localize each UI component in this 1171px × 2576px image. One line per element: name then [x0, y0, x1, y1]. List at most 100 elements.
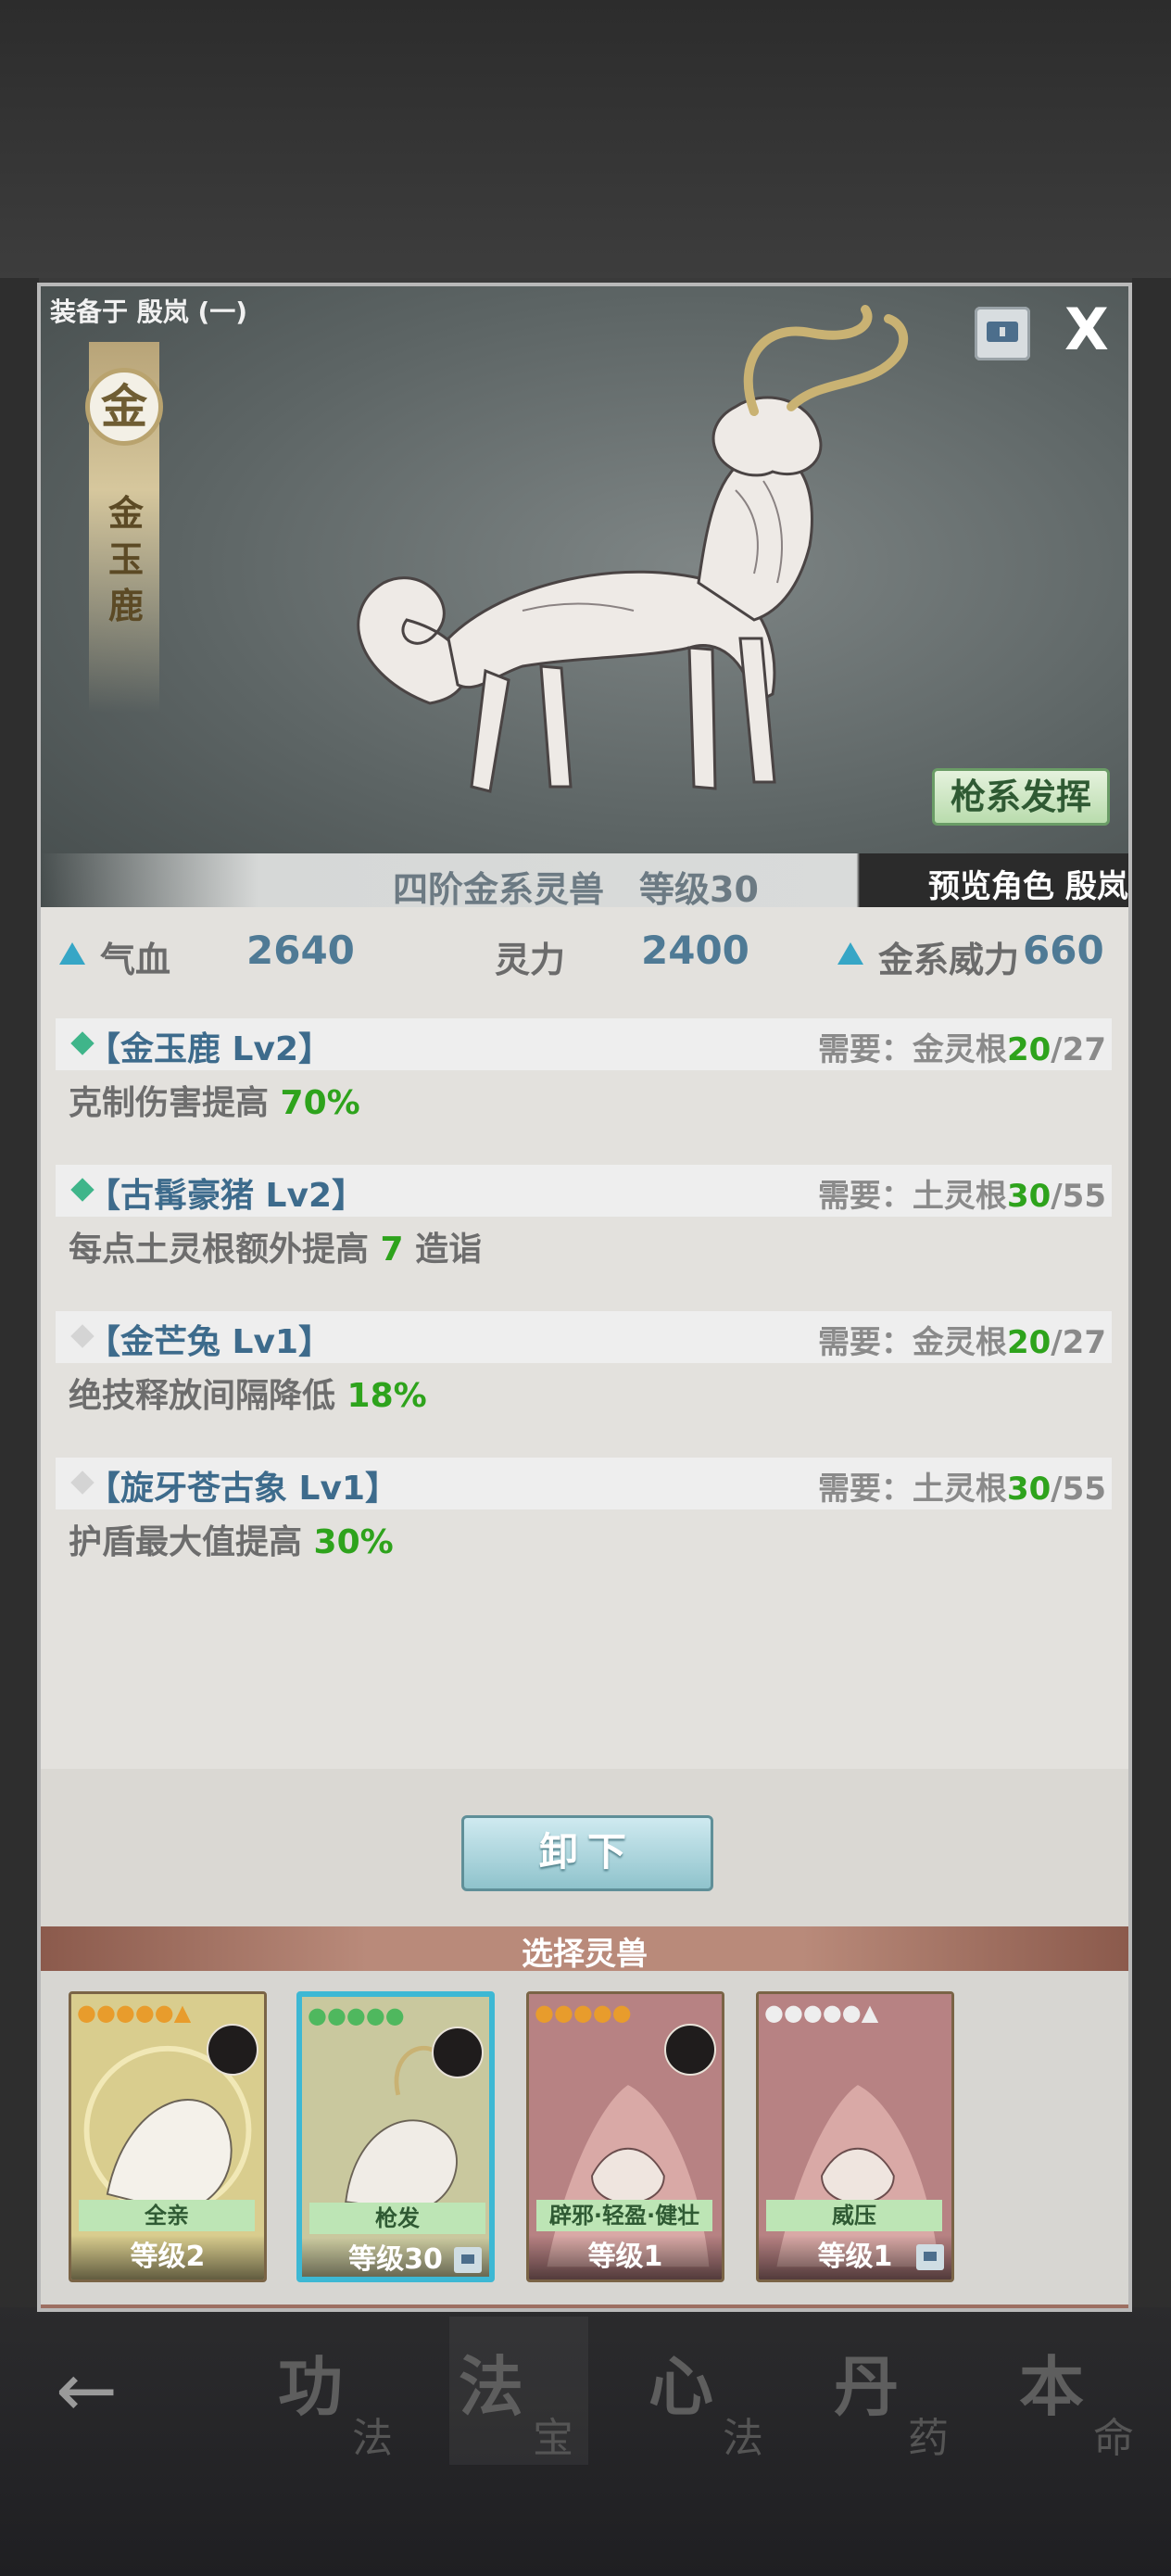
equipped-label: 装备于 殷岚 (一) — [50, 297, 248, 327]
beast-card[interactable]: ●●●●●▲ 全亲 等级2 — [69, 1991, 267, 2282]
beast-card[interactable]: ●●●●● 辟邪·轻盈·健壮 等级1 — [526, 1991, 724, 2282]
beast-card-tag: 全亲 — [79, 2200, 255, 2231]
nav-tab-big-label: 丹 — [834, 2349, 899, 2425]
skill-req-prefix: 需要：金灵根 — [817, 1031, 1007, 1068]
stat-label-spirit: 灵力 — [495, 940, 566, 980]
unequip-button[interactable]: 卸下 — [461, 1815, 713, 1891]
skill-req-total: /55 — [1051, 1178, 1106, 1215]
nav-tab-big-label: 本 — [1019, 2349, 1084, 2425]
skill-desc-value: 30% — [313, 1523, 394, 1561]
background-top — [0, 0, 1171, 278]
beast-hero-panel: 装备于 殷岚 (一) X 金 金玉鹿 枪系发挥 四阶金系灵兽 等级30 预览角色… — [41, 286, 1128, 910]
skill-requirement: 需要：金灵根20/27 — [818, 1317, 1106, 1362]
skill-requirement: 需要：土灵根30/55 — [818, 1463, 1106, 1509]
card-star-rating: ●●●●● — [535, 2000, 632, 2026]
stat-up-arrow-icon — [837, 942, 863, 965]
skill-req-have: 30 — [1006, 1471, 1051, 1508]
stat-value-spirit: 2400 — [641, 928, 749, 973]
skill-req-prefix: 需要：土灵根 — [817, 1178, 1007, 1215]
beast-card-tag: 威压 — [766, 2200, 942, 2231]
skill-desc-text: 绝技释放间隔降低 — [69, 1377, 347, 1415]
close-button[interactable]: X — [1064, 301, 1109, 359]
select-beast-title: 选择灵兽 — [522, 1936, 648, 1973]
skill-desc-value: 7 — [380, 1231, 404, 1269]
skill-entry: 【金芒兔 Lv1】 需要：金灵根20/27 绝技释放间隔降低 18% — [56, 1311, 1112, 1422]
skill-description: 绝技释放间隔降低 18% — [69, 1369, 427, 1417]
stat-up-arrow-icon — [59, 942, 85, 965]
golden-jade-deer-illustration — [357, 305, 909, 793]
stat-label-metal-power: 金系威力 — [878, 940, 1020, 980]
nav-tab-big-label: 法 — [459, 2349, 523, 2425]
tier-level-text: 四阶金系灵兽 等级30 — [393, 869, 759, 910]
skill-desc-text: 护盾最大值提高 — [69, 1523, 314, 1561]
owner-avatar — [664, 2024, 716, 2076]
skill-desc-suffix: 造诣 — [403, 1231, 483, 1269]
skill-entry: 【旋牙苍古象 Lv1】 需要：土灵根30/55 护盾最大值提高 30% — [56, 1458, 1112, 1569]
skill-req-have: 20 — [1006, 1324, 1051, 1361]
skill-name: 【金芒兔 Lv1】 — [87, 1323, 332, 1361]
stat-value-hp: 2640 — [246, 928, 355, 973]
skill-desc-text: 克制伤害提高 — [69, 1084, 281, 1122]
nav-tab-big-label: 心 — [648, 2349, 713, 2425]
skill-desc-text: 每点土灵根额外提高 — [69, 1231, 381, 1269]
background-right — [1132, 278, 1171, 2317]
skill-req-prefix: 需要：土灵根 — [817, 1471, 1007, 1508]
nav-tab-xinfa[interactable]: 心 法 — [639, 2317, 778, 2465]
nav-tab-small-label: 药 — [908, 2415, 949, 2462]
nav-tab-small-label: 宝 — [533, 2415, 573, 2462]
skill-entry: 【古髯豪猪 Lv2】 需要：土灵根30/55 每点土灵根额外提高 7 造诣 — [56, 1165, 1112, 1276]
skill-description: 护盾最大值提高 30% — [69, 1515, 394, 1563]
nav-tab-small-label: 法 — [723, 2415, 763, 2462]
skill-desc-value: 18% — [346, 1377, 427, 1415]
owner-avatar — [432, 2027, 484, 2078]
skill-name: 【旋牙苍古象 Lv1】 — [87, 1470, 398, 1508]
skill-requirement: 需要：金灵根20/27 — [818, 1024, 1106, 1069]
skill-entry: 【金玉鹿 Lv2】 需要：金灵根20/27 克制伤害提高 70% — [56, 1018, 1112, 1130]
nav-tab-small-label: 命 — [1093, 2415, 1134, 2462]
skill-affinity-button[interactable]: 枪系发挥 — [932, 768, 1110, 826]
skill-req-total: /55 — [1051, 1471, 1106, 1508]
lock-icon — [987, 322, 1018, 342]
card-star-rating: ●●●●●▲ — [77, 2000, 192, 2026]
nav-tab-big-label: 功 — [278, 2349, 343, 2425]
stats-row: 气血 2640 灵力 2400 金系威力 660 — [41, 926, 1128, 987]
skill-req-total: /27 — [1051, 1031, 1106, 1068]
element-badge: 金 — [85, 368, 163, 446]
lock-button[interactable] — [975, 307, 1030, 360]
skill-req-prefix: 需要：金灵根 — [817, 1324, 1007, 1361]
beast-card-level: 等级2 — [71, 2235, 264, 2279]
owner-avatar — [207, 2024, 258, 2076]
nav-tab-fabao[interactable]: 法 宝 — [449, 2317, 588, 2465]
beast-name: 金玉鹿 — [107, 493, 144, 626]
background-left — [0, 278, 39, 2317]
spirit-beast-dialog: 装备于 殷岚 (一) X 金 金玉鹿 枪系发挥 四阶金系灵兽 等级30 预览角色… — [37, 283, 1132, 2312]
beast-card-selected[interactable]: ●●●●● 枪发 等级30 — [296, 1991, 495, 2282]
preview-role-text[interactable]: 预览角色 殷岚 — [928, 861, 1128, 906]
nav-tab-gongfa[interactable]: 功 法 — [269, 2317, 408, 2465]
skill-description: 每点土灵根额外提高 7 造诣 — [69, 1222, 482, 1270]
stat-label-hp: 气血 — [100, 940, 171, 980]
lock-icon — [916, 2244, 944, 2270]
beast-card-tag: 辟邪·轻盈·健壮 — [536, 2200, 712, 2231]
skill-name: 【古髯豪猪 Lv2】 — [87, 1177, 365, 1215]
skill-req-total: /27 — [1051, 1324, 1106, 1361]
skill-requirement: 需要：土灵根30/55 — [818, 1170, 1106, 1216]
card-star-rating: ●●●●●▲ — [764, 2000, 879, 2026]
beast-card[interactable]: ●●●●●▲ 威压 等级1 — [756, 1991, 954, 2282]
beast-card-tag: 枪发 — [309, 2203, 485, 2234]
beast-card-level: 等级1 — [529, 2235, 722, 2279]
stat-value-metal-power: 660 — [1023, 928, 1104, 973]
skill-name: 【金玉鹿 Lv2】 — [87, 1030, 332, 1068]
nav-tab-small-label: 法 — [352, 2415, 393, 2462]
nav-tab-benming[interactable]: 本 命 — [1010, 2317, 1149, 2465]
skill-desc-value: 70% — [280, 1084, 360, 1122]
skill-description: 克制伤害提高 70% — [69, 1076, 360, 1124]
nav-tab-danyao[interactable]: 丹 药 — [825, 2317, 963, 2465]
skill-req-have: 20 — [1006, 1031, 1051, 1068]
card-star-rating: ●●●●● — [308, 2002, 405, 2028]
lock-icon — [454, 2247, 482, 2273]
back-arrow-icon[interactable]: ← — [56, 2354, 118, 2428]
skill-req-have: 30 — [1006, 1178, 1051, 1215]
element-badge-label: 金 — [101, 380, 147, 434]
dialog-bottom-strip — [41, 2305, 1128, 2308]
